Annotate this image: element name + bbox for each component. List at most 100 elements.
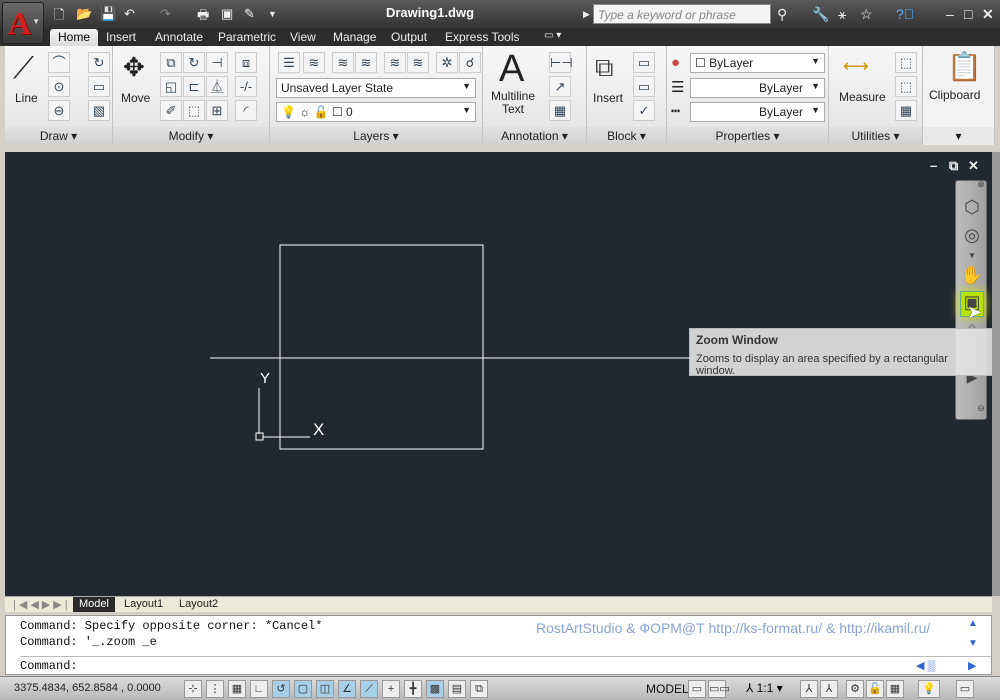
mirror-icon[interactable]: ⏅ xyxy=(206,76,228,97)
insert-button[interactable]: Insert xyxy=(593,91,623,105)
scale-icon[interactable]: ◱ xyxy=(160,76,182,97)
osnap-icon[interactable]: ▢ xyxy=(294,680,312,698)
edit-block-icon[interactable]: ▭ xyxy=(633,76,655,97)
spline-icon[interactable]: ↻ xyxy=(88,52,110,73)
favorites-star-icon[interactable]: ☆ xyxy=(860,6,873,23)
isolate-layer-icon[interactable]: ≋ xyxy=(384,52,406,73)
clean-screen-icon[interactable]: ▭ xyxy=(956,680,974,698)
ortho-icon[interactable]: ∟ xyxy=(250,680,268,698)
panel-title[interactable]: Annotation ▾ xyxy=(483,127,586,145)
panel-title[interactable]: Properties ▾ xyxy=(667,127,828,145)
scroll-left-icon[interactable]: ◀ ▒ xyxy=(916,659,935,672)
lock-icon[interactable]: 🔓 xyxy=(866,680,884,698)
off-layer-icon[interactable]: ☌ xyxy=(459,52,481,73)
save-icon[interactable]: 💾 xyxy=(100,6,116,22)
new-icon[interactable]: 🗋 xyxy=(54,6,64,28)
rectangle-icon[interactable]: ▭ xyxy=(88,76,110,97)
publish-icon[interactable]: ▣ xyxy=(221,6,233,22)
quick-select-icon[interactable]: ⬚ xyxy=(895,52,917,73)
restore-icon[interactable]: ⧉ xyxy=(949,158,958,174)
fillet-icon[interactable]: ◜ xyxy=(235,100,257,121)
plot-icon[interactable]: ✎ xyxy=(244,6,255,22)
workspace-gear-icon[interactable]: ⚙ xyxy=(846,680,864,698)
leader-icon[interactable]: ↗ xyxy=(549,76,571,97)
redo-icon[interactable]: ↷ xyxy=(160,6,171,22)
tab-view[interactable]: View xyxy=(282,29,324,46)
panel-title[interactable]: Modify ▾ xyxy=(113,127,269,145)
panel-title[interactable]: Layers ▾ xyxy=(270,127,482,145)
tab-layout1[interactable]: Layout1 xyxy=(118,597,169,612)
snap-icon[interactable]: ⋮ xyxy=(206,680,224,698)
minimize-icon[interactable]: – xyxy=(930,158,937,173)
rotate-icon[interactable]: ↻ xyxy=(183,52,205,73)
command-input[interactable]: Command: xyxy=(20,659,78,673)
panel-title[interactable]: Utilities ▾ xyxy=(829,127,922,145)
lineweight-toggle-icon[interactable]: ╋ xyxy=(404,680,422,698)
trim-icon[interactable]: ⊣ xyxy=(206,52,228,73)
calculator-icon[interactable]: ▦ xyxy=(895,100,917,121)
multiline-text-button[interactable]: Multiline Text xyxy=(491,90,535,116)
transparency-icon[interactable]: ▩ xyxy=(426,680,444,698)
clipboard-button[interactable]: Clipboard xyxy=(929,88,980,102)
panel-expand-icon[interactable]: ▾ xyxy=(923,127,994,145)
drawing-canvas[interactable]: Y X – ⧉ ✕ ⊗ ⬡ ◎ ▼ ✋ ▣ ⇕ ▶ ⊖ ➤ Zoom Windo… xyxy=(5,152,992,596)
infer-constraints-icon[interactable]: ⊹ xyxy=(184,680,202,698)
panel-title[interactable]: Block ▾ xyxy=(587,127,666,145)
options-icon[interactable]: ⊖ xyxy=(976,403,986,414)
unisolate-layer-icon[interactable]: ≋ xyxy=(407,52,429,73)
tab-manage[interactable]: Manage xyxy=(325,29,384,46)
draworder-icon[interactable]: ⧈ xyxy=(235,52,257,73)
move-button[interactable]: Move xyxy=(121,91,150,105)
viewcube-icon[interactable]: ⬡ xyxy=(960,197,984,218)
tab-scroll-arrows[interactable]: |◀◀▶▶| xyxy=(7,597,77,612)
annotation-scale[interactable]: ⅄ 1:1 ▾ xyxy=(746,681,783,695)
annotation-visibility-icon[interactable]: ⅄ xyxy=(800,680,818,698)
ellipse-icon[interactable]: ⊖ xyxy=(48,100,70,121)
help-icon[interactable]: ?⃝ xyxy=(896,6,914,22)
coordinates-readout[interactable]: 3375.4834, 652.8584 , 0.0000 xyxy=(14,682,161,694)
pan-hand-icon[interactable]: ✋ xyxy=(960,265,984,286)
workspace-toggle-icon[interactable]: ▭ ▾ xyxy=(536,29,569,46)
quick-view-drawings-icon[interactable]: ▭▭ xyxy=(708,680,730,698)
tab-express-tools[interactable]: Express Tools xyxy=(437,29,527,46)
quick-view-layouts-icon[interactable]: ▭ xyxy=(688,680,706,698)
isolate-objects-icon[interactable]: 💡 xyxy=(918,680,940,698)
chevron-down-icon[interactable]: ▼ xyxy=(960,251,984,260)
application-menu-button[interactable]: A ▼ xyxy=(2,2,44,44)
layer-state-dropdown[interactable]: Unsaved Layer State ▼ xyxy=(276,78,476,98)
expand-arrow-icon[interactable]: ▶ xyxy=(583,9,590,20)
lineweight-dropdown[interactable]: ByLayer ▼ xyxy=(690,78,825,98)
scroll-up-icon[interactable]: ▲ xyxy=(968,618,978,629)
3d-osnap-icon[interactable]: ◫ xyxy=(316,680,334,698)
customize-dropdown-icon[interactable]: ▼ xyxy=(268,9,277,19)
binoculars-icon[interactable]: ⚲ xyxy=(777,6,787,23)
polyline-icon[interactable]: ⌒ xyxy=(48,52,70,73)
copy-icon[interactable]: ⧉ xyxy=(160,52,182,73)
print-icon[interactable]: 🖶 xyxy=(197,6,209,28)
color-dropdown[interactable]: ☐ ByLayer ▼ xyxy=(690,53,825,73)
create-block-icon[interactable]: ▭ xyxy=(633,52,655,73)
auto-scale-icon[interactable]: ⅄ xyxy=(820,680,838,698)
communication-icon[interactable]: ⚹ xyxy=(838,6,846,23)
layer-dropdown[interactable]: 💡 ☼ 🔓 ☐ 0 ▼ xyxy=(276,102,476,122)
dynamic-input-icon[interactable]: + xyxy=(382,680,400,698)
layer-state-icon[interactable]: ≋ xyxy=(303,52,325,73)
erase-icon[interactable]: ✐ xyxy=(160,100,182,121)
break-icon[interactable]: -/- xyxy=(235,76,257,97)
model-space-toggle[interactable]: MODEL xyxy=(646,682,689,696)
linetype-dropdown[interactable]: ByLayer ▼ xyxy=(690,102,825,122)
circle-icon[interactable]: ⊙ xyxy=(48,76,70,97)
tab-insert[interactable]: Insert xyxy=(98,29,144,46)
freeze-layer-icon[interactable]: ✲ xyxy=(436,52,458,73)
panel-title[interactable]: Draw ▾ xyxy=(5,127,112,145)
maximize-icon[interactable]: □ xyxy=(964,6,972,22)
hardware-acceleration-icon[interactable]: ▦ xyxy=(886,680,904,698)
scroll-down-icon[interactable]: ▼ xyxy=(968,638,978,649)
select-similar-icon[interactable]: ⬚ xyxy=(895,76,917,97)
open-icon[interactable]: 📂 xyxy=(76,6,92,22)
tab-layout2[interactable]: Layout2 xyxy=(173,597,224,612)
close-icon[interactable]: ✕ xyxy=(968,158,979,174)
tab-output[interactable]: Output xyxy=(383,29,435,46)
drawn-rectangle[interactable] xyxy=(279,244,484,450)
polar-icon[interactable]: ↺ xyxy=(272,680,290,698)
